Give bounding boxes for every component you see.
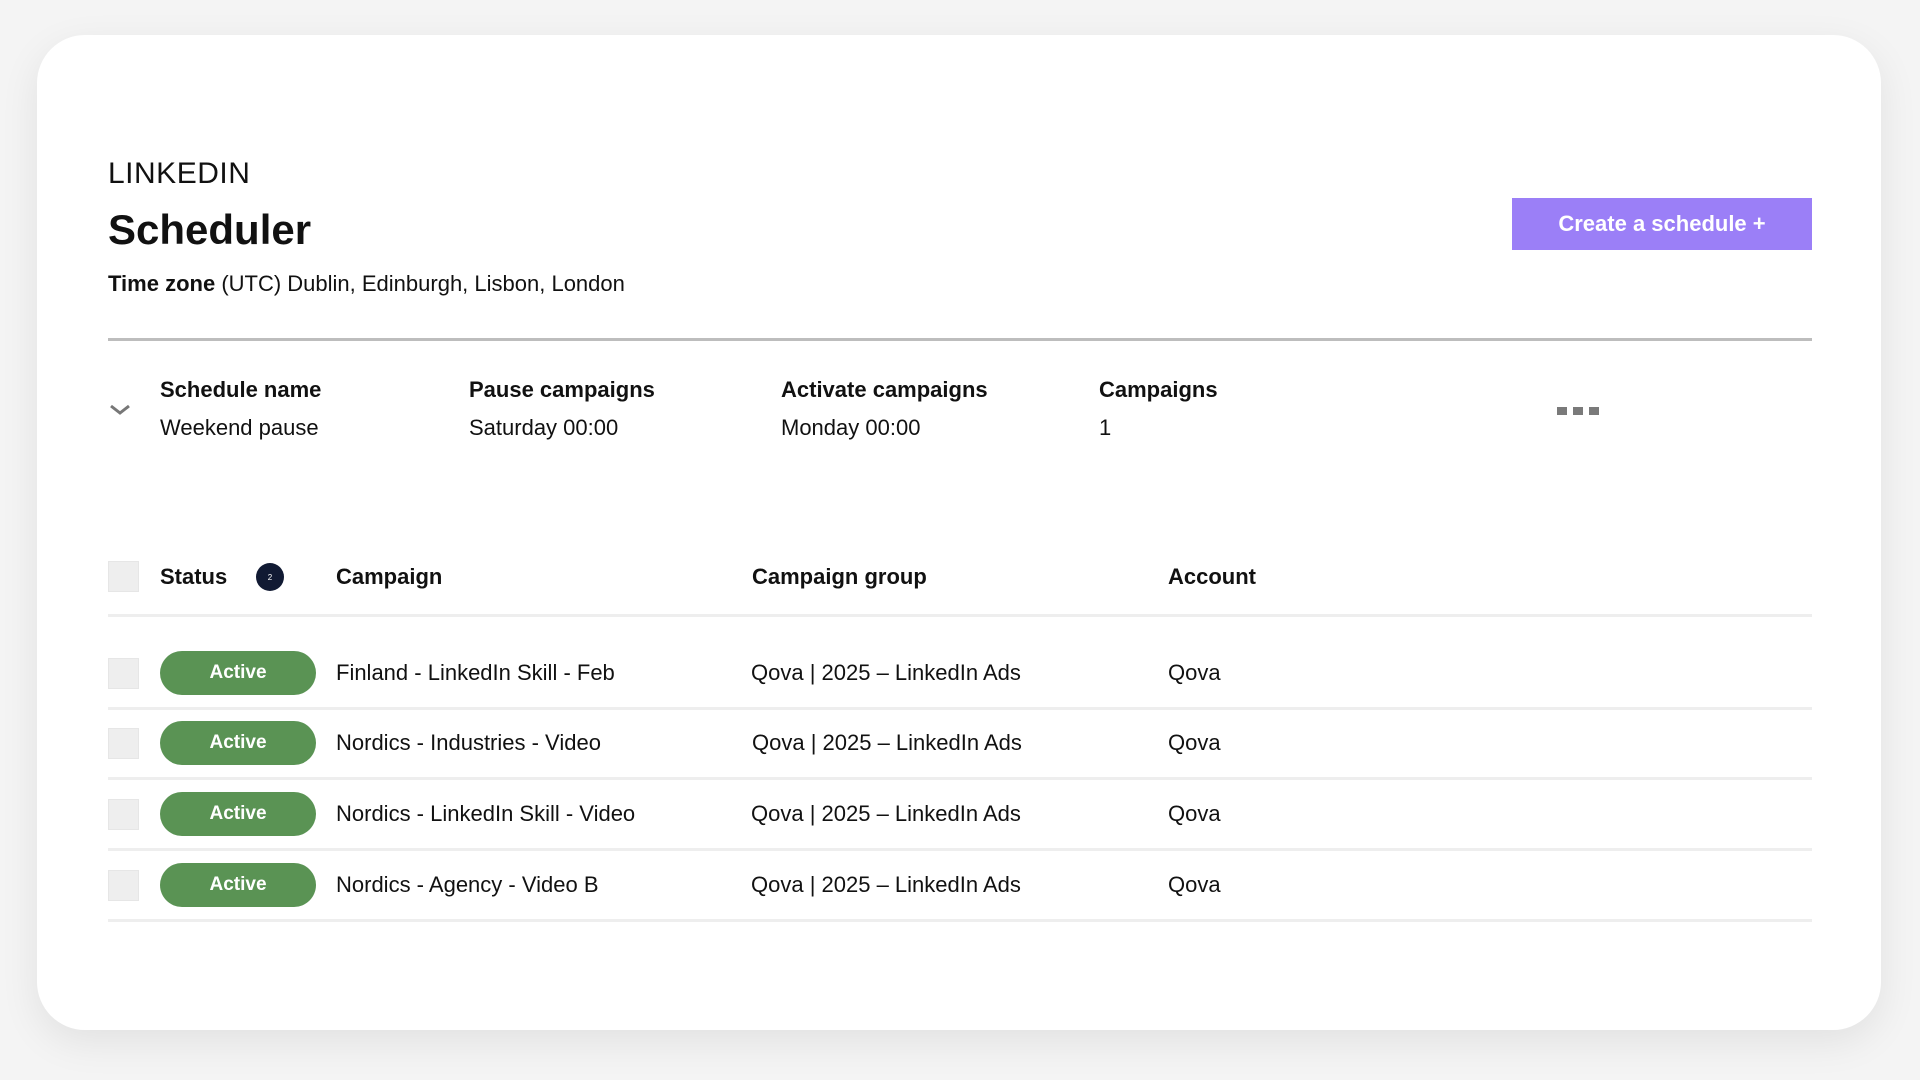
account-cell: Qova (1168, 660, 1221, 685)
account-cell: Qova (1168, 872, 1221, 897)
campaign-header[interactable]: Campaign (336, 560, 442, 594)
status-badge: Active (160, 863, 316, 907)
schedule-name-value: Weekend pause (160, 415, 319, 440)
schedule-name-header: Schedule name (160, 377, 322, 402)
platform-label: LINKEDIN (108, 157, 251, 190)
more-options-icon[interactable] (1557, 407, 1599, 415)
header-divider (108, 338, 1812, 341)
row-checkbox[interactable] (108, 870, 139, 901)
table-row[interactable]: Active Nordics - Agency - Video B Qova |… (108, 850, 1812, 922)
timezone-value: (UTC) Dublin, Edinburgh, Lisbon, London (221, 271, 625, 296)
create-schedule-button[interactable]: Create a schedule + (1512, 198, 1812, 250)
more-dot (1573, 407, 1583, 415)
activate-campaigns-value: Monday 00:00 (781, 415, 921, 440)
status-badge: Active (160, 792, 316, 836)
campaigns-count-column: Campaigns 1 (1099, 377, 1218, 441)
activate-campaigns-header: Activate campaigns (781, 377, 988, 402)
campaign-cell: Finland - LinkedIn Skill - Feb (336, 660, 615, 685)
schedule-name-column: Schedule name Weekend pause (160, 377, 321, 441)
campaigns-count-header: Campaigns (1099, 377, 1218, 402)
chevron-down-icon[interactable] (108, 398, 132, 422)
campaign-group-cell: Qova | 2025 – LinkedIn Ads (751, 872, 1021, 897)
account-header[interactable]: Account (1168, 560, 1256, 594)
status-count-badge: 2 (256, 563, 284, 591)
campaign-cell: Nordics - LinkedIn Skill - Video (336, 801, 636, 826)
account-cell: Qova (1168, 730, 1221, 755)
row-checkbox[interactable] (108, 658, 139, 689)
table-row[interactable]: Active Finland - LinkedIn Skill - Feb Qo… (108, 638, 1812, 710)
activate-campaigns-column: Activate campaigns Monday 00:00 (781, 377, 988, 441)
status-badge: Active (160, 721, 316, 765)
select-all-checkbox[interactable] (108, 561, 139, 592)
pause-campaigns-column: Pause campaigns Saturday 00:00 (469, 377, 655, 441)
row-checkbox[interactable] (108, 799, 139, 830)
table-row[interactable]: Active Nordics - Industries - Video Qova… (108, 708, 1812, 780)
campaign-group-header[interactable]: Campaign group (752, 560, 927, 594)
campaign-group-cell: Qova | 2025 – LinkedIn Ads (751, 801, 1021, 826)
account-cell: Qova (1168, 801, 1221, 826)
status-header[interactable]: Status (160, 560, 227, 594)
more-dot (1557, 407, 1567, 415)
table-row[interactable]: Active Nordics - LinkedIn Skill - Video … (108, 779, 1812, 851)
timezone-label: Time zone (108, 271, 216, 296)
campaign-table-header: Status 2 Campaign Campaign group Account (108, 560, 1812, 616)
row-checkbox[interactable] (108, 728, 139, 759)
pause-campaigns-header: Pause campaigns (469, 377, 655, 402)
timezone-info: Time zone (UTC) Dublin, Edinburgh, Lisbo… (108, 271, 625, 297)
campaign-group-cell: Qova | 2025 – LinkedIn Ads (752, 730, 1022, 755)
campaign-cell: Nordics - Industries - Video (336, 730, 601, 755)
more-dot (1589, 407, 1599, 415)
status-badge: Active (160, 651, 316, 695)
campaign-cell: Nordics - Agency - Video B (336, 872, 599, 897)
campaign-group-cell: Qova | 2025 – LinkedIn Ads (751, 660, 1021, 685)
table-header-divider (108, 614, 1812, 617)
pause-campaigns-value: Saturday 00:00 (469, 415, 619, 440)
page-title: Scheduler (108, 206, 312, 253)
campaigns-count-value: 1 (1099, 415, 1112, 440)
